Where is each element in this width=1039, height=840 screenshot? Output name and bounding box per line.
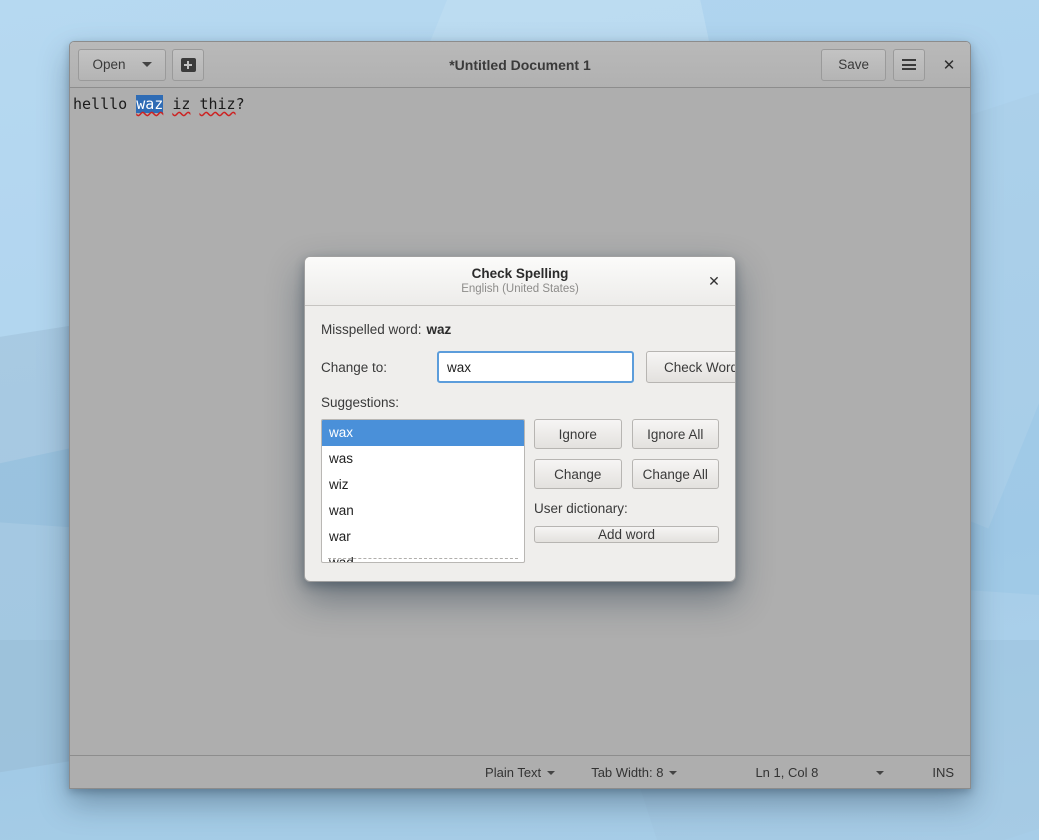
list-item[interactable]: wan [322,498,524,524]
doc-text-plain: ? [235,95,245,113]
ignore-button-label: Ignore [558,426,597,442]
new-document-icon [180,57,196,72]
dialog-header: Check Spelling English (United States) ✕ [305,257,735,306]
check-spelling-dialog: Check Spelling English (United States) ✕… [304,256,736,582]
insert-mode-indicator: INS [914,765,958,780]
suggestions-label: Suggestions: [321,395,400,410]
close-icon: ✕ [708,272,720,289]
chevron-down-icon [141,62,152,67]
chevron-down-icon [547,770,556,775]
status-bar: Plain Text Tab Width: 8 Ln 1, Col 8 INS [70,755,970,788]
position-dropdown[interactable] [858,770,914,775]
add-word-button-label: Add word [597,527,656,542]
change-to-label: Change to: [321,359,388,375]
list-scroll-indicator [328,558,518,560]
chevron-down-icon [876,770,885,775]
ignore-all-button[interactable]: Ignore All [631,419,719,449]
check-word-label: Check Word [663,359,736,375]
dialog-title: Check Spelling [471,266,569,281]
dialog-subtitle: English (United States) [461,283,579,295]
list-item[interactable]: wiz [322,472,524,498]
cursor-position-label: Ln 1, Col 8 [755,765,819,780]
misspelled-word-thiz[interactable]: thiz [199,95,235,113]
open-button[interactable]: Open [78,48,166,81]
titlebar-left-controls: Open [78,48,204,81]
ignore-button[interactable]: Ignore [534,419,622,449]
misspelled-word-row: Misspelled word: waz [321,322,719,337]
misspelled-word-iz[interactable]: iz [172,95,190,113]
suggestions-and-actions: wax was wiz wan war wad Ignore Ignore Al… [321,419,719,563]
cursor-position-indicator: Ln 1, Col 8 [695,765,858,780]
dialog-close-button[interactable]: ✕ [701,268,727,294]
change-all-button[interactable]: Change All [631,459,719,489]
window-titlebar: Open *Untitled Document 1 Save ✕ [70,42,970,88]
change-to-input[interactable] [437,351,634,383]
change-all-button-label: Change All [642,466,708,482]
titlebar-right-controls: Save ✕ [821,48,962,81]
list-item[interactable]: was [322,446,524,472]
insert-mode-label: INS [932,765,954,780]
selected-misspelled-word[interactable]: waz [136,95,164,113]
dialog-action-buttons: Ignore Ignore All Change Change All User… [531,419,719,543]
list-item[interactable]: war [322,524,524,550]
check-word-button[interactable]: Check Word [646,351,736,383]
change-button[interactable]: Change [534,459,622,489]
change-to-row: Change to: Check Word [321,351,735,383]
hamburger-menu-icon [902,59,916,61]
add-word-button[interactable]: Add word [534,526,719,543]
dialog-body: Misspelled word: waz Change to: Check Wor… [305,306,735,581]
save-button[interactable]: Save [821,48,886,81]
document-line-1: helllo waz iz thiz? [70,94,970,114]
language-mode-label: Plain Text [485,765,542,780]
change-button-row: Change Change All [534,459,719,489]
list-item[interactable]: wad [322,550,524,562]
user-dictionary-label: User dictionary: [534,501,628,516]
open-button-label: Open [92,57,126,72]
close-window-button[interactable]: ✕ [936,52,962,78]
hamburger-menu-icon [902,63,916,66]
chevron-down-icon [669,770,678,775]
misspelled-word-label: Misspelled word: [321,322,422,337]
change-button-label: Change [554,466,602,482]
hamburger-menu-button[interactable] [893,48,925,81]
list-item[interactable]: wax [322,420,524,446]
hamburger-menu-icon [902,68,916,70]
tab-width-label: Tab Width: 8 [591,765,664,780]
misspelled-word-value: waz [426,322,452,337]
ignore-button-row: Ignore Ignore All [534,419,719,449]
doc-text-space [163,95,172,113]
save-button-label: Save [838,57,869,72]
new-document-button[interactable] [172,48,204,81]
doc-text-plain: helllo [73,95,137,113]
ignore-all-button-label: Ignore All [647,426,704,442]
tab-width-selector[interactable]: Tab Width: 8 [573,765,695,780]
language-mode-selector[interactable]: Plain Text [467,765,573,780]
close-icon: ✕ [942,56,956,74]
suggestions-list[interactable]: wax was wiz wan war wad [321,419,525,563]
